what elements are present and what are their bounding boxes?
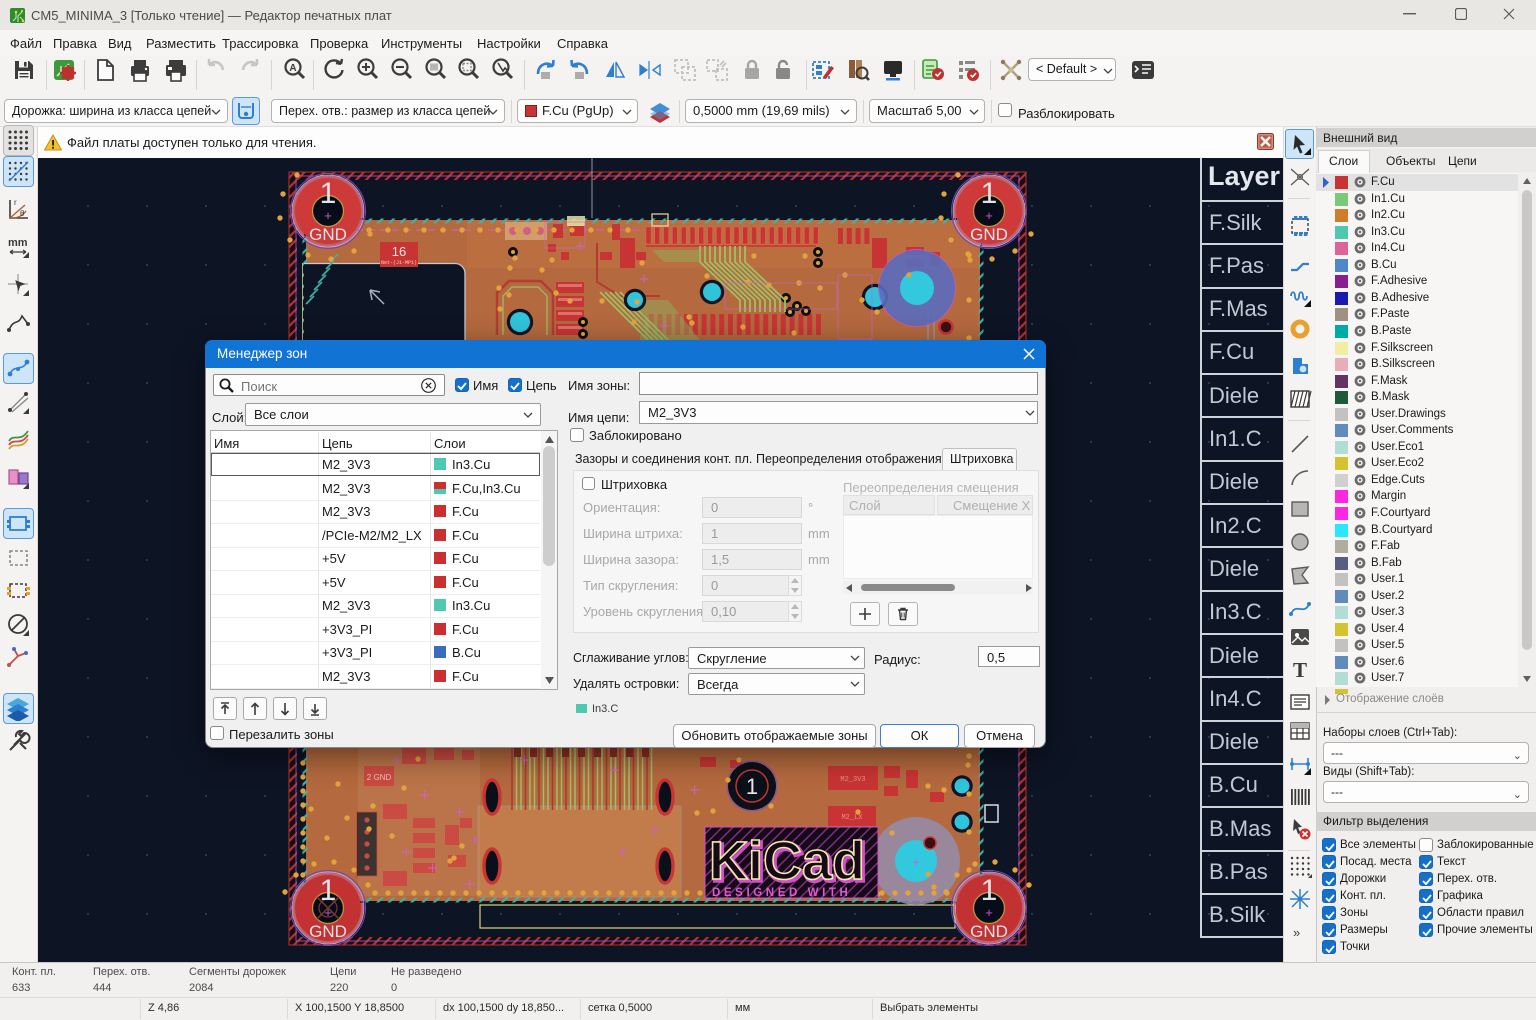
svg-text:+: + <box>985 905 993 920</box>
svg-text:1: 1 <box>981 177 998 210</box>
svg-text:16: 16 <box>392 244 406 259</box>
svg-text:GND: GND <box>309 922 347 941</box>
svg-text:A: A <box>289 63 296 74</box>
svg-text:GND: GND <box>970 225 1008 244</box>
svg-text:KiCad: KiCad <box>709 831 865 891</box>
svg-text:T: T <box>1293 658 1307 681</box>
svg-text:»: » <box>1293 925 1300 940</box>
svg-text:DESIGNED WITH: DESIGNED WITH <box>712 887 851 899</box>
svg-text:+: + <box>985 208 993 223</box>
svg-text:+: + <box>912 855 919 869</box>
svg-text:GND: GND <box>309 225 347 244</box>
svg-text:θ: θ <box>20 209 25 218</box>
svg-text:mm: mm <box>8 237 28 249</box>
svg-text:GND: GND <box>970 922 1008 941</box>
svg-text:+: + <box>324 905 332 920</box>
svg-text:r: r <box>14 198 17 207</box>
svg-text:1: 1 <box>320 177 337 210</box>
svg-text:Net-(J1-MP1): Net-(J1-MP1) <box>381 260 417 266</box>
svg-text:M2_3V3: M2_3V3 <box>840 776 865 784</box>
svg-text:+: + <box>324 208 332 223</box>
svg-text:1: 1 <box>320 874 337 907</box>
svg-text:1: 1 <box>746 774 758 799</box>
svg-text:1: 1 <box>981 874 998 907</box>
svg-text:M2_LX: M2_LX <box>841 814 863 822</box>
